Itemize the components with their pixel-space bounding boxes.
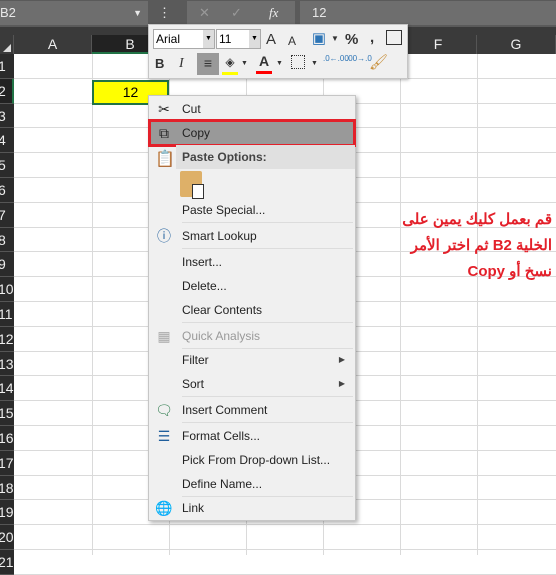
row-header-11[interactable]: 11 [0,302,14,327]
chevron-down-icon[interactable]: ▼ [241,54,248,74]
row-header-3[interactable]: 3 [0,103,14,129]
font-color-icon[interactable]: A [256,51,272,74]
paste-option-icon[interactable] [180,171,204,199]
menu-item-delete[interactable]: Delete... [149,274,355,298]
row-header-5[interactable]: 5 [0,153,14,178]
merge-center-icon[interactable] [386,30,402,45]
row-header-21[interactable]: 21 [0,550,14,575]
chevron-down-icon: ▼ [133,8,142,18]
menu-item-link[interactable]: 🌐 Link [149,496,355,520]
accounting-format-icon[interactable]: ▣ [308,29,330,49]
menu-item-define-name[interactable]: Define Name... [149,472,355,496]
menu-item-paste-special[interactable]: Paste Special... [149,198,355,222]
quick-analysis-icon: ▦ [157,328,171,344]
chevron-right-icon: ▶ [338,355,345,364]
row-header-14[interactable]: 14 [0,376,14,402]
row-header-17[interactable]: 17 [0,450,14,476]
paste-icon: 📋 [155,151,175,168]
format-painter-icon[interactable]: 🖌 [369,53,388,73]
decrease-font-icon[interactable]: A [288,31,296,51]
chevron-down-icon[interactable]: ▼ [276,54,283,74]
separator [182,422,353,423]
menu-item-filter[interactable]: Filter ▶ [149,348,355,372]
paste-options-header: Paste Options: [176,145,355,169]
name-box[interactable]: B2 ▼ [0,1,148,25]
percent-icon[interactable]: % [345,30,358,50]
chevron-down-icon: ▼ [203,30,214,48]
chevron-down-icon: ▼ [249,30,260,48]
increase-font-icon[interactable]: A [266,30,276,50]
mini-toolbar: Arial ▼ 11 ▼ A A ▣ ▼ % , B I ≡ ◈ ▼ A ▼ ▼ .… [148,24,408,79]
gridline [477,54,478,555]
row-header-16[interactable]: 16 [0,426,14,451]
row-header-4[interactable]: 4 [0,128,14,154]
chevron-right-icon: ▶ [338,379,345,388]
menu-item-pick-from-list[interactable]: Pick From Drop-down List... [149,448,355,472]
comment-icon: 🗨 [155,402,173,418]
align-center-icon[interactable]: ≡ [197,53,219,75]
formula-bar: B2 ▼ ⋮ ✕ ✓ fx 12 [0,0,556,27]
bold-button[interactable]: B [155,54,164,74]
row-header-9[interactable]: 9 [0,252,14,278]
select-all-button[interactable] [0,35,14,54]
italic-button[interactable]: I [179,54,184,74]
context-menu: ✂ Cut ⧉ Copy Paste Options: 📋 Paste Specia… [148,95,356,521]
row-header-13[interactable]: 13 [0,351,14,377]
chevron-down-icon[interactable]: ▼ [311,54,318,74]
menu-item-sort[interactable]: Sort ▶ [149,372,355,396]
menu-item-format-cells[interactable]: ☰ Format Cells... [149,424,355,448]
scissors-icon: ✂ [158,101,170,117]
smart-lookup-icon: ⓘ [157,228,171,244]
fill-color-icon[interactable]: ◈ [222,52,238,75]
row-header-12[interactable]: 12 [0,326,14,352]
menu-item-cut[interactable]: ✂ Cut [149,97,355,121]
separator [182,222,353,223]
font-name-dropdown[interactable]: Arial ▼ [153,29,215,49]
increase-decimal-icon[interactable]: .0←.00 [323,55,349,63]
highlight-box [148,119,356,147]
row-header-18[interactable]: 18 [0,475,14,501]
separator [182,396,353,397]
row-header-20[interactable]: 20 [0,525,14,550]
menu-item-clear-contents[interactable]: Clear Contents [149,298,355,322]
more-icon[interactable]: ⋮ [158,1,171,25]
formula-input[interactable]: 12 [300,1,556,25]
menu-item-quick-analysis: ▦ Quick Analysis [149,324,355,348]
check-icon[interactable]: ✓ [231,1,242,25]
row-header-2[interactable]: 2 [0,78,14,104]
annotation-text: قم بعمل كليك يمين على الخلية B2 ثم اختر … [402,211,552,280]
row-header-8[interactable]: 8 [0,227,14,253]
row-header-1[interactable]: 1 [0,54,14,79]
borders-icon[interactable] [291,55,305,69]
format-cells-icon: ☰ [157,428,171,444]
fx-icon[interactable]: fx [269,1,278,25]
menu-item-insert[interactable]: Insert... [149,250,355,274]
separator [182,248,353,249]
row-header-15[interactable]: 15 [0,401,14,426]
chevron-down-icon[interactable]: ▼ [331,29,339,49]
row-header-7[interactable]: 7 [0,202,14,228]
menu-item-insert-comment[interactable]: 🗨 Insert Comment [149,398,355,422]
column-header-f[interactable]: F [400,35,477,54]
menu-item-smart-lookup[interactable]: ⓘ Smart Lookup [149,224,355,248]
separator [182,322,353,323]
column-header-g[interactable]: G [477,35,556,54]
row-header-10[interactable]: 10 [0,277,14,302]
row-header-19[interactable]: 19 [0,500,14,526]
decrease-decimal-icon[interactable]: .00→.0 [346,55,372,63]
gridline [92,54,93,555]
gridline [14,549,556,550]
font-size-dropdown[interactable]: 11 ▼ [216,29,261,49]
row-header-6[interactable]: 6 [0,178,14,203]
column-header-a[interactable]: A [14,35,92,54]
x-icon[interactable]: ✕ [199,1,210,25]
gridline [400,54,401,555]
gridline [14,524,556,526]
comma-style-icon[interactable]: , [370,28,374,48]
link-icon: 🌐 [155,500,173,516]
